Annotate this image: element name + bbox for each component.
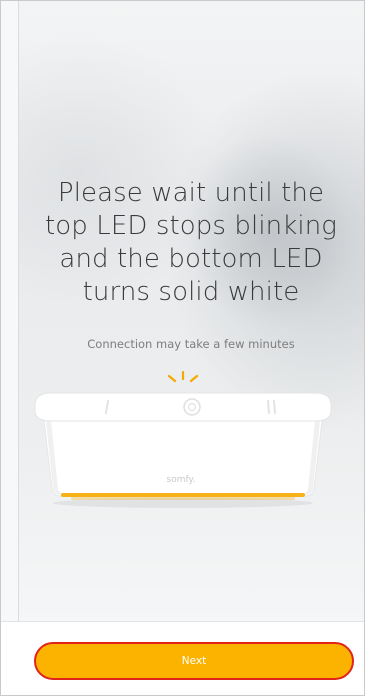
- title-line-4: turns solid white: [82, 277, 300, 307]
- title-line-2: top LED stops blinking: [44, 211, 338, 241]
- left-margin: [1, 1, 18, 621]
- somfy-logo: somfy.: [167, 475, 196, 485]
- title-line-3: and the bottom LED: [59, 244, 323, 274]
- title-line-1: Please wait until the: [57, 178, 325, 208]
- instruction-subtitle: Connection may take a few minutes: [87, 337, 295, 351]
- instruction-title: Please wait until the top LED stops blin…: [18, 177, 364, 309]
- next-button[interactable]: Next: [34, 642, 354, 680]
- screen: Please wait until the top LED stops blin…: [0, 0, 365, 696]
- background-photo: [18, 1, 364, 621]
- footer-bar: Next: [1, 621, 364, 695]
- somfy-box-illustration: somfy.: [1, 365, 364, 515]
- bottom-led: [61, 493, 305, 497]
- led-blink-rays-icon: [167, 370, 199, 383]
